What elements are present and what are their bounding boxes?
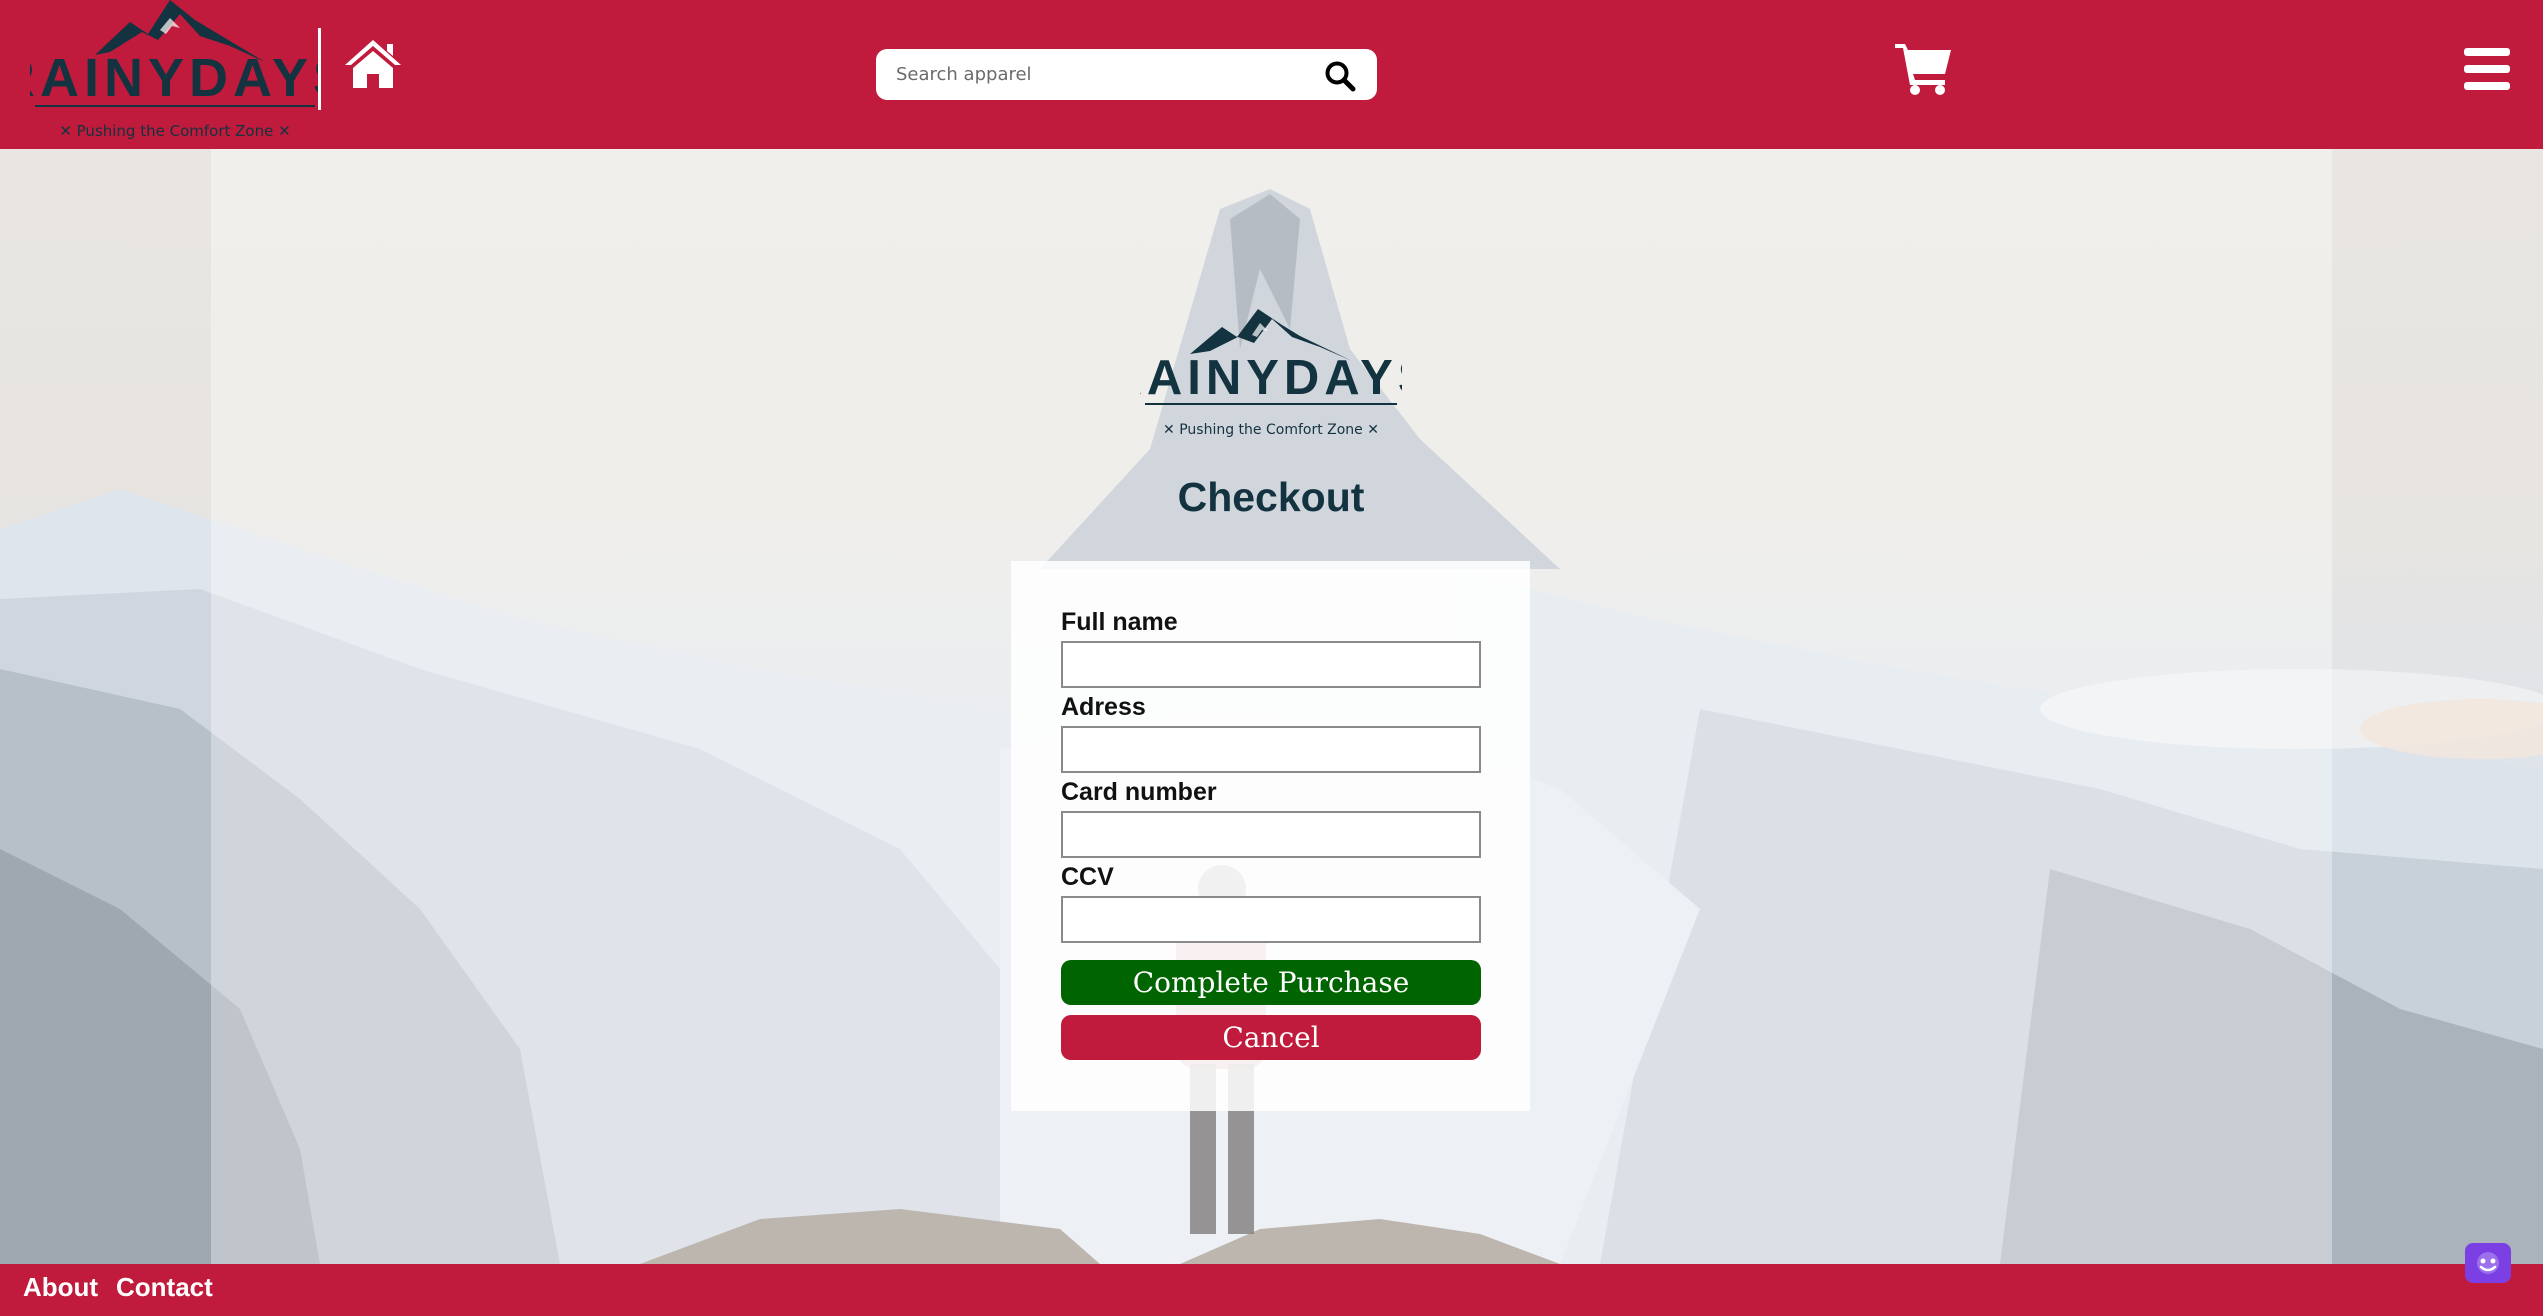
complete-purchase-button[interactable]: Complete Purchase (1061, 960, 1481, 1005)
page-title: Checkout (1177, 474, 1365, 520)
ccv-label: CCV (1061, 863, 1114, 891)
rainydays-logo-large: RAINYDAYS ✕ Pushing the Comfort Zone ✕ (1140, 309, 1402, 438)
card-number-field[interactable] (1061, 811, 1481, 858)
site-footer: About Contact (0, 1264, 2543, 1316)
cancel-button[interactable]: Cancel (1061, 1015, 1481, 1060)
search-input[interactable] (896, 49, 1316, 100)
logo-divider (318, 28, 321, 110)
ccv-field[interactable] (1061, 896, 1481, 943)
svg-text:RAINYDAYS: RAINYDAYS (30, 48, 320, 108)
address-label: Adress (1061, 693, 1146, 721)
svg-text:✕ Pushing the Comfort Zone ✕: ✕ Pushing the Comfort Zone ✕ (1163, 422, 1379, 438)
svg-text:RAINYDAYS: RAINYDAYS (1140, 351, 1402, 405)
checkout-form: Full name Adress Card number CCV Complet… (1011, 561, 1530, 1111)
full-name-label: Full name (1061, 608, 1178, 636)
chat-widget-icon (2477, 1252, 2499, 1274)
search-icon[interactable] (1324, 60, 1356, 92)
hamburger-menu-icon[interactable] (2464, 48, 2510, 92)
cart-icon[interactable] (1893, 40, 1953, 96)
site-header: RAINYDAYS ✕ Pushing the Comfort Zone ✕ (0, 0, 2543, 149)
footer-link-about[interactable]: About (23, 1272, 98, 1303)
chat-widget-button[interactable] (2465, 1243, 2511, 1283)
full-name-field[interactable] (1061, 641, 1481, 688)
home-icon[interactable] (343, 38, 403, 90)
address-field[interactable] (1061, 726, 1481, 773)
card-number-label: Card number (1061, 778, 1217, 806)
rainydays-logo[interactable]: RAINYDAYS ✕ Pushing the Comfort Zone ✕ (30, 0, 320, 145)
checkout-main: RAINYDAYS ✕ Pushing the Comfort Zone ✕ C… (0, 149, 2543, 1264)
svg-text:✕ Pushing the Comfort Zone ✕: ✕ Pushing the Comfort Zone ✕ (59, 122, 290, 140)
footer-link-contact[interactable]: Contact (116, 1272, 213, 1303)
search-bar (876, 49, 1377, 100)
